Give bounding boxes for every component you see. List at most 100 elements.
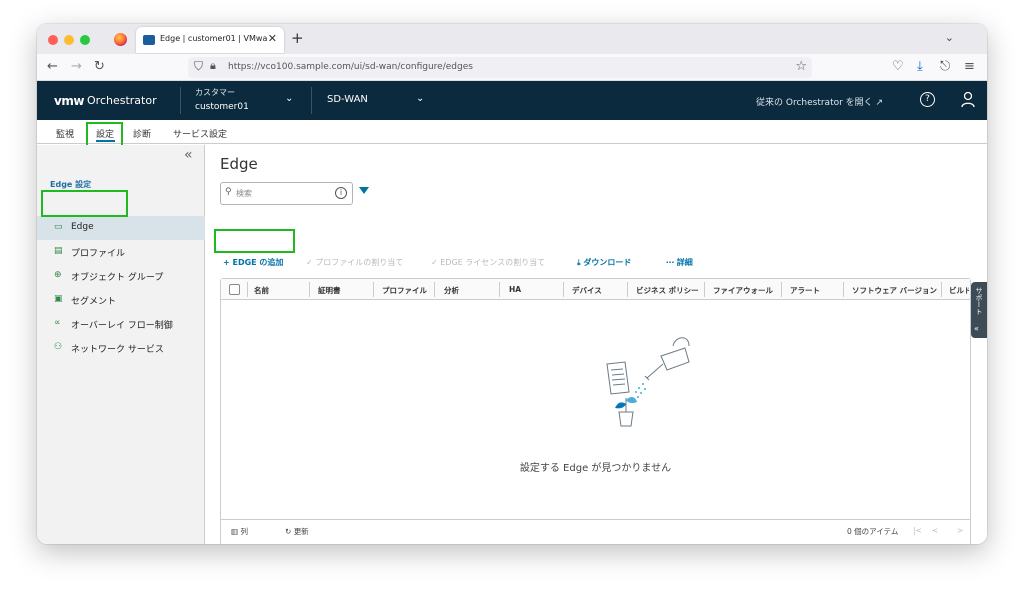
segment-icon: ▣ <box>54 294 63 304</box>
product-chevron-down-icon[interactable]: ⌄ <box>416 93 424 104</box>
collapse-sidebar-icon[interactable]: « <box>184 147 193 163</box>
column-divider[interactable] <box>704 282 705 297</box>
select-all-checkbox[interactable] <box>229 284 240 295</box>
back-arrow-icon[interactable]: ← <box>47 59 58 74</box>
column-header[interactable]: HA <box>509 285 521 294</box>
column-header[interactable]: ビジネス ポリシー <box>636 285 699 296</box>
close-window-button[interactable] <box>48 35 58 45</box>
edge-data-grid: 名前 証明書 プロファイル 分析 HA デバイス ビジネス ポリシー ファイアウ… <box>220 278 971 544</box>
open-classic-orchestrator-link[interactable]: 従来の Orchestrator を開く ↗ <box>756 95 883 108</box>
menu-icon[interactable]: ≡ <box>964 59 975 74</box>
previous-page-icon[interactable]: < <box>932 526 938 535</box>
bookmark-star-icon[interactable]: ☆ <box>795 59 807 74</box>
more-button[interactable]: ⋯ 詳細 <box>666 257 693 268</box>
tab-diagnostics[interactable]: 診断 <box>133 127 151 140</box>
user-icon[interactable] <box>961 91 975 108</box>
sidebar-item-network-service[interactable]: ⚇ ネットワーク サービス <box>37 336 205 360</box>
sidebar-item-segment[interactable]: ▣ セグメント <box>37 288 205 312</box>
column-divider[interactable] <box>309 282 310 297</box>
first-page-icon[interactable]: |< <box>913 526 922 535</box>
firefox-icon <box>114 33 127 46</box>
app-name: Orchestrator <box>87 94 157 107</box>
support-label: サポート <box>975 287 983 315</box>
support-panel-toggle[interactable]: サポート « <box>971 282 987 338</box>
column-divider[interactable] <box>373 282 374 297</box>
refresh-button[interactable]: ↻ 更新 <box>285 526 309 537</box>
browser-window: Edge | customer01 | VMware SD ✕ + ⌄ ← → … <box>37 24 987 544</box>
header-divider <box>180 87 181 114</box>
column-header[interactable]: プロファイル <box>382 285 427 296</box>
help-icon[interactable]: ? <box>920 92 935 107</box>
highlight-box-add-edge <box>214 229 295 253</box>
network-service-icon: ⚇ <box>54 342 63 352</box>
add-edge-button[interactable]: + EDGE の追加 <box>223 257 283 268</box>
list-tabs-chevron-icon[interactable]: ⌄ <box>945 31 954 44</box>
sidebar-section-title: Edge 設定 <box>50 180 92 189</box>
reload-icon[interactable]: ↻ <box>94 59 105 74</box>
column-divider[interactable] <box>563 282 564 297</box>
sidebar-item-label: ネットワーク サービス <box>71 345 164 355</box>
url-text[interactable]: https://vco100.sample.com/ui/sd-wan/conf… <box>228 62 473 72</box>
column-divider[interactable] <box>781 282 782 297</box>
product-selector[interactable]: SD-WAN <box>327 94 368 105</box>
new-tab-button[interactable]: + <box>291 29 304 47</box>
sidebar-item-edge[interactable]: ▭ Edge <box>37 216 205 240</box>
assign-profile-button[interactable]: ✓ プロファイルの割り当て <box>306 257 403 268</box>
search-icon: ⚲ <box>225 187 232 197</box>
minimize-window-button[interactable] <box>64 35 74 45</box>
tab-monitor[interactable]: 監視 <box>56 127 74 140</box>
sidebar-item-profile[interactable]: ▤ プロファイル <box>37 240 205 264</box>
browser-toolbar: ← → ↻ ⛉ 🔒︎ https://vco100.sample.com/ui/… <box>37 54 987 81</box>
sidebar-item-overlay-flow[interactable]: ∝ オーバーレイ フロー制御 <box>37 312 205 336</box>
column-divider[interactable] <box>434 282 435 297</box>
assign-edge-license-button[interactable]: ✓ EDGE ライセンスの割り当て <box>431 257 545 268</box>
column-divider[interactable] <box>843 282 844 297</box>
browser-tab-edge[interactable]: Edge | customer01 | VMware SD ✕ <box>136 27 284 53</box>
download-button[interactable]: ⤓ ダウンロード <box>577 257 631 268</box>
filter-icon[interactable] <box>359 187 369 194</box>
tab-service-settings[interactable]: サービス設定 <box>173 127 227 140</box>
search-input[interactable]: ⚲ 検索 i <box>220 182 353 205</box>
column-divider[interactable] <box>499 282 500 297</box>
column-header[interactable]: デバイス <box>572 285 602 296</box>
download-icon[interactable]: ⤓ <box>917 59 923 74</box>
columns-icon: ▥ <box>231 527 239 536</box>
external-link-icon: ↗ <box>875 98 884 108</box>
sidebar-item-object-group[interactable]: ⊕ オブジェクト グループ <box>37 264 205 288</box>
lock-icon[interactable]: 🔒︎ <box>210 59 216 73</box>
sidebar-item-label: プロファイル <box>71 249 126 259</box>
app-header: vmw Orchestrator カスタマー customer01 ⌄ SD-W… <box>37 81 987 120</box>
column-header[interactable]: 証明書 <box>318 285 341 296</box>
tab-bar: Edge | customer01 | VMware SD ✕ + ⌄ <box>37 24 987 54</box>
main-content: Edge ⚲ 検索 i + EDGE の追加 ✓ プロファイルの割り当て ✓ E… <box>206 145 987 544</box>
zoom-window-button[interactable] <box>80 35 90 45</box>
empty-state-illustration <box>606 337 690 427</box>
next-page-icon[interactable]: > <box>957 526 963 535</box>
sidebar-item-label: セグメント <box>71 297 117 307</box>
refresh-label: 更新 <box>293 527 309 536</box>
page-title: Edge <box>220 155 258 173</box>
forward-arrow-icon[interactable]: → <box>71 59 82 74</box>
object-group-icon: ⊕ <box>54 270 62 280</box>
column-header[interactable]: 名前 <box>254 285 269 296</box>
column-header[interactable]: ソフトウェア バージョン <box>852 285 937 296</box>
tracking-shield-icon[interactable]: ⛉ <box>194 59 203 74</box>
column-divider[interactable] <box>941 282 942 297</box>
column-header[interactable]: ビルド <box>949 285 969 296</box>
address-bar[interactable]: ⛉ 🔒︎ https://vco100.sample.com/ui/sd-wan… <box>188 57 812 78</box>
column-header[interactable]: 分析 <box>444 285 459 296</box>
open-classic-orchestrator-label: 従来の Orchestrator を開く <box>756 98 873 108</box>
sidebar-item-label: オーバーレイ フロー制御 <box>71 321 173 331</box>
info-icon[interactable]: i <box>335 187 347 199</box>
customer-chevron-down-icon[interactable]: ⌄ <box>285 93 293 104</box>
column-toggle-button[interactable]: ▥ 列 <box>231 526 248 537</box>
expand-chevron-icon: « <box>974 324 979 333</box>
column-header[interactable]: アラート <box>790 285 820 296</box>
pocket-icon[interactable]: ♡ <box>892 59 904 74</box>
column-header[interactable]: ファイアウォール <box>713 285 773 296</box>
customer-value[interactable]: customer01 <box>195 102 249 112</box>
share-icon[interactable]: ⎋ <box>940 59 950 74</box>
tab-close-icon[interactable]: ✕ <box>268 32 277 45</box>
column-divider[interactable] <box>627 282 628 297</box>
header-divider <box>311 87 312 114</box>
